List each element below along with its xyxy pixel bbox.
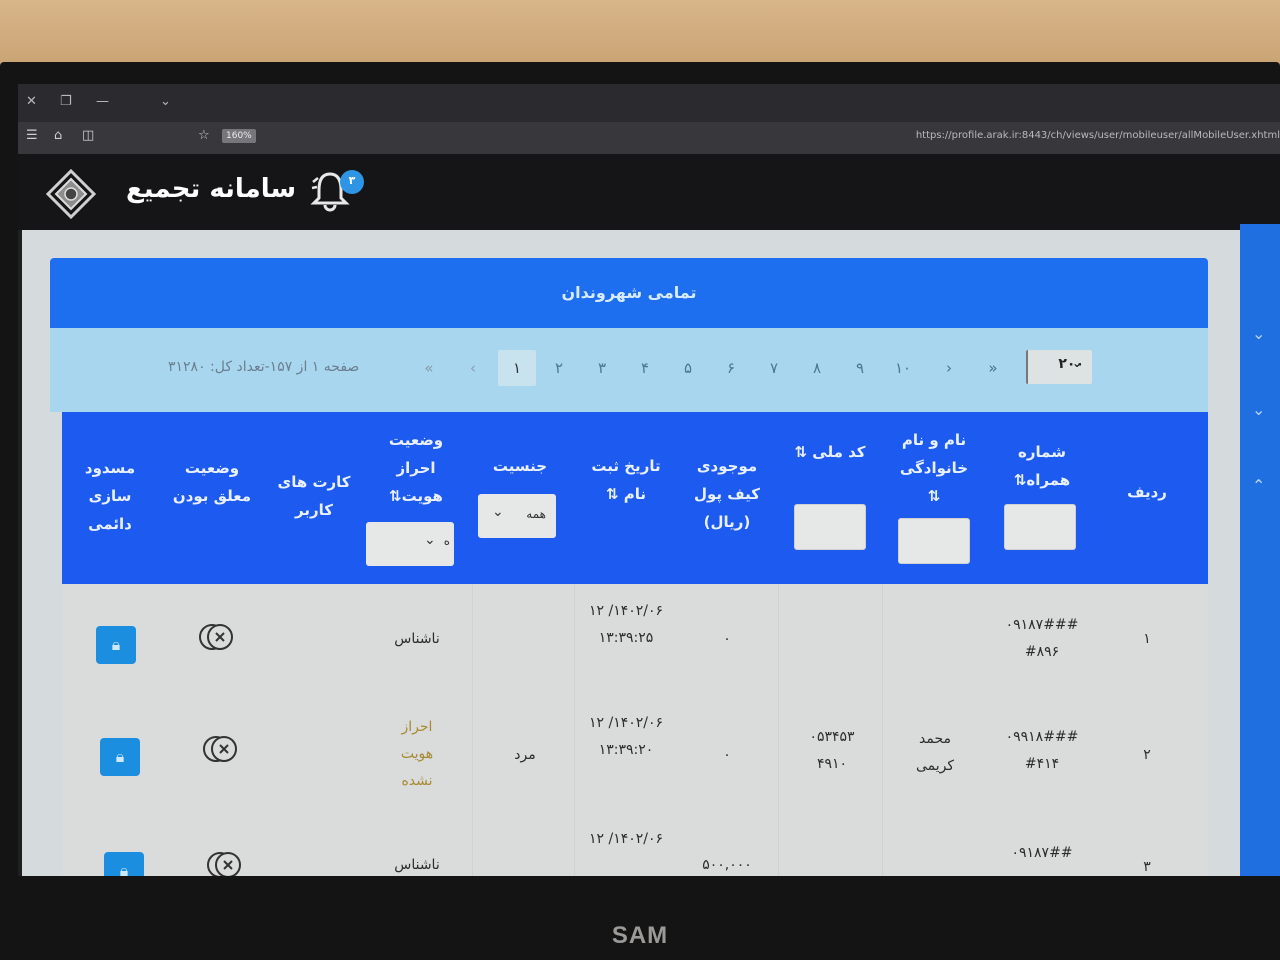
cell-registered: ۱۴۰۲/۰۶/ ۱۲ — [588, 831, 664, 847]
page-button-4[interactable]: ۴ — [626, 350, 664, 386]
page-button-1[interactable]: ۱ — [498, 350, 536, 386]
pagination-info: صفحه ۱ از ۱۵۷-تعداد کل: ۳۱۲۸۰ — [168, 359, 360, 375]
cell-mobile: ۰۹۱۸۷## — [1011, 845, 1073, 861]
cell-row-number: ۱ — [1143, 631, 1151, 647]
chevron-down-icon[interactable]: ⌄ — [1252, 400, 1265, 419]
tab-list-chevron-icon[interactable]: ⌄ — [160, 94, 171, 109]
cell-mobile: ۰۹۹۱۸### #۴۱۴ — [1005, 729, 1079, 772]
browser-toolbar: ☰ ⌂ ◫ ☆ 160% https://profile.arak.ir:844… — [18, 122, 1280, 154]
gender-filter-select[interactable]: همه ⌄ — [478, 494, 556, 538]
cell-verification: احراز هویت نشده — [400, 719, 434, 789]
column-header-gender: جنسیت — [492, 457, 548, 475]
lock-icon: 🔒︎ — [115, 747, 125, 766]
column-header-row: ردیف — [1127, 483, 1167, 501]
verification-filter-value: ه — [443, 534, 450, 548]
suspend-toggle-icon[interactable] — [198, 622, 238, 652]
suspend-toggle-icon[interactable] — [206, 850, 246, 876]
zoom-level-badge[interactable]: 160% — [222, 129, 256, 143]
first-page-button[interactable]: « — [410, 350, 448, 386]
page-button-9[interactable]: ۹ — [841, 350, 879, 386]
table-row[interactable]: ۳ ۰۹۱۸۷## ۵۰۰,۰۰۰ ۱۴۰۲/۰۶/ ۱۲ ناشناس 🔒︎ — [62, 808, 1208, 876]
table-header: ردیف شماره همراه⇅ نام و نام خانوادگی ⇅ ک… — [62, 412, 1208, 584]
cell-registered: ۱۴۰۲/۰۶/ ۱۲ ۱۳:۳۹:۲۰ — [588, 715, 664, 758]
restore-icon[interactable]: ❐ — [60, 94, 72, 109]
page-button-8[interactable]: ۸ — [798, 350, 836, 386]
cell-row-number: ۳ — [1143, 859, 1151, 875]
cell-verification: ناشناس — [394, 631, 440, 647]
right-sidebar: ⌄ ⌄ ⌃ — [1240, 224, 1280, 876]
cell-gender: مرد — [514, 747, 536, 763]
block-user-button[interactable]: 🔒︎ — [100, 738, 140, 776]
page-content: تمامی شهروندان صفحه ۱ از ۱۵۷-تعداد کل: ۳… — [22, 230, 1240, 876]
chevron-down-icon: ⌄ — [1072, 356, 1083, 370]
cell-national-id: ۰۵۳۴۵۳ ۴۹۱۰ — [809, 729, 855, 772]
cell-row-number: ۲ — [1143, 747, 1151, 763]
block-user-button[interactable]: 🔒︎ — [104, 852, 144, 876]
monitor-brand: SAM — [611, 922, 669, 949]
cell-wallet: ۰ — [723, 631, 731, 647]
home-icon[interactable]: ⌂ — [54, 128, 62, 143]
lock-icon: 🔒︎ — [119, 861, 129, 876]
chevron-up-icon[interactable]: ⌃ — [1252, 476, 1265, 495]
column-header-registered[interactable]: تاریخ ثبت نام ⇅ — [586, 452, 666, 508]
column-header-wallet: موجودی کیف پول (ریال) — [694, 457, 760, 531]
page-button-10[interactable]: ۱۰ — [884, 350, 922, 386]
page-button-6[interactable]: ۶ — [712, 350, 750, 386]
browser-titlebar: ✕ ❐ — ⌄ — [18, 84, 1280, 122]
gender-filter-value: همه — [526, 507, 546, 521]
minimize-icon[interactable]: — — [96, 94, 109, 109]
column-header-cards: کارت های کاربر — [277, 473, 351, 519]
cell-verification: ناشناس — [394, 857, 440, 873]
national-id-filter-input[interactable] — [794, 504, 866, 550]
pagination-bar: صفحه ۱ از ۱۵۷-تعداد کل: ۳۱۲۸۰ « ‹ ۱ ۲ ۳ … — [50, 328, 1208, 412]
notification-count-badge: ۳ — [340, 170, 364, 194]
app-title: سامانه تجمیع — [126, 174, 297, 204]
table-body: ۱ ۰۹۱۸۷### #۸۹۶ ۰ ۱۴۰۲/۰۶/ ۱۲ ۱۳:۳۹:۲۵ ن… — [62, 584, 1208, 876]
column-header-blocked: مسدود سازی دائمی — [84, 459, 136, 533]
page-button-7[interactable]: ۷ — [755, 350, 793, 386]
mobile-filter-input[interactable] — [1004, 504, 1076, 550]
menu-icon[interactable]: ☰ — [26, 128, 38, 143]
cell-name: محمد کریمی — [915, 731, 955, 774]
block-user-button[interactable]: 🔒︎ — [96, 626, 136, 664]
app-header: سامانه تجمیع ۳ — [18, 154, 1280, 230]
bookmark-star-icon[interactable]: ☆ — [198, 128, 210, 143]
pocket-icon[interactable]: ◫ — [82, 128, 94, 143]
chevron-down-icon: ⌄ — [424, 532, 436, 548]
background-wall — [0, 0, 1280, 70]
next-page-button[interactable]: › — [930, 350, 968, 386]
chevron-down-icon: ⌄ — [492, 504, 504, 520]
page-button-3[interactable]: ۳ — [583, 350, 621, 386]
cell-mobile: ۰۹۱۸۷### #۸۹۶ — [1005, 617, 1079, 660]
lock-icon: 🔒︎ — [111, 635, 121, 654]
column-header-national-id[interactable]: کد ملی ⇅ — [790, 438, 870, 466]
column-header-verification[interactable]: وضعیت احراز هویت⇅ — [376, 426, 456, 510]
address-bar[interactable]: https://profile.arak.ir:8443/ch/views/us… — [916, 130, 1280, 141]
rows-per-page-select[interactable]: ۲۰۰ ⌄ — [1026, 350, 1092, 384]
cell-wallet: ۵۰۰,۰۰۰ — [702, 857, 752, 873]
cell-wallet: ۰ — [723, 747, 731, 763]
card-title: تمامی شهروندان — [50, 258, 1208, 328]
verification-filter-select[interactable]: ه ⌄ — [366, 522, 454, 566]
prev-page-button[interactable]: ‹ — [454, 350, 492, 386]
column-header-name[interactable]: نام و نام خانوادگی ⇅ — [894, 426, 974, 510]
name-filter-input[interactable] — [898, 518, 970, 564]
chevron-down-icon[interactable]: ⌄ — [1252, 324, 1265, 343]
close-icon[interactable]: ✕ — [26, 94, 37, 109]
table-row[interactable]: ۱ ۰۹۱۸۷### #۸۹۶ ۰ ۱۴۰۲/۰۶/ ۱۲ ۱۳:۳۹:۲۵ ن… — [62, 584, 1208, 696]
column-header-suspended: وضعیت معلق بودن — [172, 459, 252, 505]
column-header-mobile[interactable]: شماره همراه⇅ — [1002, 438, 1082, 494]
screen: ✕ ❐ — ⌄ ☰ ⌂ ◫ ☆ 160% https://profile.ara… — [18, 84, 1280, 876]
page-button-2[interactable]: ۲ — [540, 350, 578, 386]
logo-icon — [46, 169, 96, 219]
suspend-toggle-icon[interactable] — [202, 734, 242, 764]
table-row[interactable]: ۲ ۰۹۹۱۸### #۴۱۴ محمد کریمی ۰۵۳۴۵۳ ۴۹۱۰ ۰… — [62, 696, 1208, 808]
last-page-button[interactable]: » — [974, 350, 1012, 386]
cell-registered: ۱۴۰۲/۰۶/ ۱۲ ۱۳:۳۹:۲۵ — [588, 603, 664, 646]
page-button-5[interactable]: ۵ — [669, 350, 707, 386]
